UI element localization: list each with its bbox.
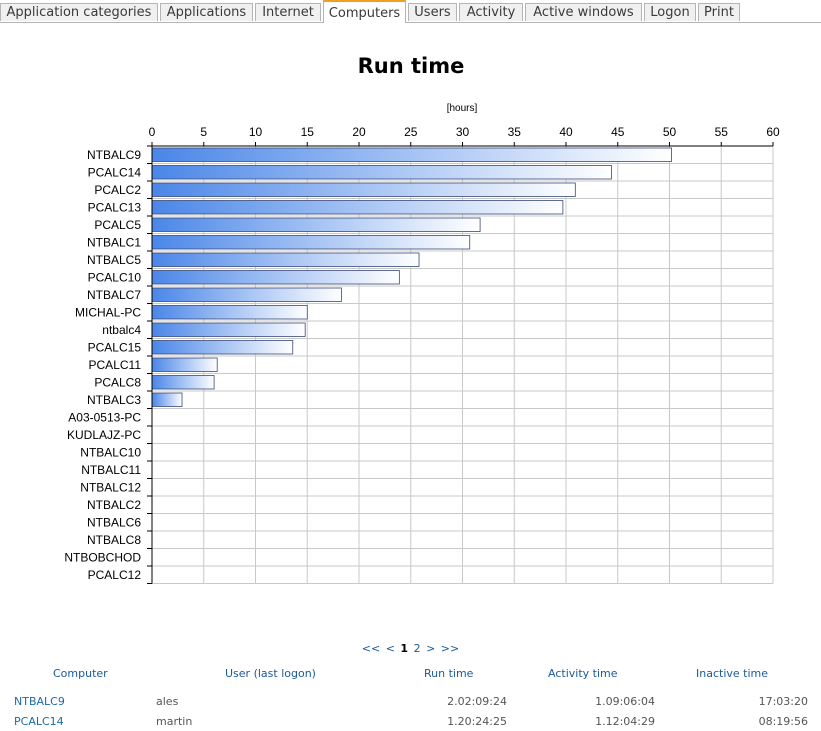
category-label: NTBALC8 [87, 533, 141, 547]
bar [151, 305, 308, 320]
column-header-run-time[interactable]: Run time [424, 667, 473, 680]
activity-time-cell: 1.09:06:04 [595, 695, 655, 708]
x-tick-label: 35 [508, 125, 522, 139]
x-tick-label: 10 [249, 125, 263, 139]
x-tick-label: 40 [559, 125, 573, 139]
x-tick-label: 55 [715, 125, 729, 139]
x-tick-label: 0 [149, 125, 156, 139]
bar [151, 270, 400, 285]
tab-computers[interactable]: Computers [323, 0, 406, 23]
category-label: PCALC2 [94, 183, 141, 197]
inactive-time-cell: 08:19:56 [758, 715, 808, 728]
x-tick-label: 15 [301, 125, 315, 139]
pager-prev[interactable]: < [386, 642, 395, 655]
tab-print[interactable]: Print [698, 3, 740, 21]
run-time-cell: 1.20:24:25 [447, 715, 507, 728]
category-label: PCALC12 [88, 568, 142, 582]
x-tick-label: 60 [766, 125, 780, 139]
bar [151, 200, 564, 215]
table-row: NTBALC9 ales 2.02:09:24 1.09:06:04 17:03… [0, 695, 821, 711]
run-time-chart: Run time [hours] 0 5 10 15 20 25 30 35 40 45 50 55 6… [64, 54, 780, 584]
x-axis-unit-label: [hours] [447, 103, 478, 114]
bar [151, 322, 306, 337]
table-row: PCALC14 martin 1.20:24:25 1.12:04:29 08:… [0, 715, 821, 731]
bar [151, 392, 183, 407]
tab-application-categories[interactable]: Application categories [0, 3, 158, 21]
category-label: NTBALC3 [87, 393, 141, 407]
tab-users[interactable]: Users [408, 3, 457, 21]
bar [151, 182, 576, 197]
tab-applications[interactable]: Applications [160, 3, 253, 21]
category-label: PCALC10 [88, 270, 142, 284]
tab-active-windows[interactable]: Active windows [525, 3, 642, 21]
category-label: ntbalc4 [102, 323, 141, 337]
category-label: NTBALC2 [87, 498, 141, 512]
column-header-activity-time[interactable]: Activity time [548, 667, 618, 680]
category-label: MICHAL-PC [75, 305, 141, 319]
bar [151, 340, 294, 355]
tab-activity[interactable]: Activity [459, 3, 523, 21]
category-label: PCALC15 [88, 340, 142, 354]
bar [151, 147, 672, 162]
bar [151, 375, 215, 390]
bar [151, 235, 471, 250]
user-cell: martin [156, 715, 193, 728]
pager-last[interactable]: >> [441, 642, 459, 655]
bar [151, 287, 342, 302]
category-label: PCALC5 [94, 218, 141, 232]
category-label: NTBALC11 [81, 463, 141, 477]
category-label: NTBALC9 [87, 148, 141, 162]
user-cell: ales [156, 695, 179, 708]
category-label: PCALC13 [88, 200, 142, 214]
category-label: NTBALC1 [87, 235, 141, 249]
inactive-time-cell: 17:03:20 [758, 695, 808, 708]
computer-link[interactable]: NTBALC9 [14, 695, 65, 708]
computer-link[interactable]: PCALC14 [14, 715, 64, 728]
column-header-inactive-time[interactable]: Inactive time [696, 667, 768, 680]
bar [151, 357, 218, 372]
category-label: NTBALC12 [80, 480, 141, 494]
bar [151, 217, 481, 232]
chart-title: Run time [358, 54, 465, 78]
run-time-cell: 2.02:09:24 [447, 695, 507, 708]
pager-current-page: 1 [400, 642, 409, 655]
x-tick-label: 50 [663, 125, 677, 139]
category-label: PCALC14 [88, 165, 142, 179]
bar [151, 252, 420, 267]
tab-internet[interactable]: Internet [255, 3, 321, 21]
pager-first[interactable]: << [362, 642, 380, 655]
x-tick-label: 25 [404, 125, 418, 139]
category-label: NTBALC5 [87, 253, 141, 267]
category-label: PCALC11 [89, 358, 142, 372]
x-tick-label: 45 [611, 125, 625, 139]
category-label: KUDLAJZ-PC [67, 428, 141, 442]
category-label: A03-0513-PC [68, 410, 141, 424]
category-label: NTBALC7 [87, 288, 141, 302]
x-tick-label: 30 [456, 125, 470, 139]
x-tick-label: 5 [200, 125, 207, 139]
column-header-computer[interactable]: Computer [53, 667, 108, 680]
pager-page-2[interactable]: 2 [414, 642, 421, 655]
category-label: PCALC8 [94, 375, 141, 389]
activity-time-cell: 1.12:04:29 [595, 715, 655, 728]
category-label: NTBOBCHOD [64, 550, 141, 564]
column-header-user[interactable]: User (last logon) [225, 667, 316, 680]
tab-bar: Application categories Applications Inte… [0, 0, 821, 23]
tab-logon[interactable]: Logon [644, 3, 696, 21]
category-label: NTBALC10 [80, 445, 141, 459]
category-label: NTBALC6 [87, 515, 141, 529]
table-header: Computer User (last logon) Run time Acti… [0, 667, 821, 683]
x-tick-label: 20 [352, 125, 366, 139]
bar [151, 165, 612, 180]
pager-next[interactable]: > [426, 642, 435, 655]
pager: << < 1 2 > >> [0, 642, 821, 655]
